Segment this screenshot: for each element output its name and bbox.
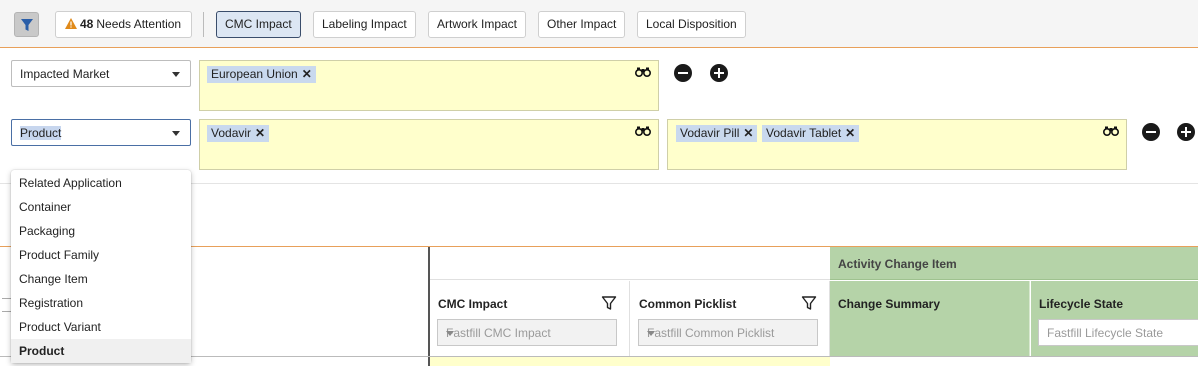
column-header-cmc-impact[interactable]: CMC Impact Fastfill CMC Impact [430,281,630,356]
value-tag-label: Vodavir Tablet [766,126,842,140]
dropdown-option[interactable]: Product Variant [11,315,191,339]
condition-value-box[interactable]: Vodavir ✕ [199,119,659,170]
caret-down-icon [446,331,454,336]
column-header-lifecycle-state[interactable]: Lifecycle State Fastfill Lifecycle State [1031,281,1198,356]
value-tag: Vodavir Tablet ✕ [762,125,860,142]
grid-group-header-blank [430,247,830,280]
fastfill-placeholder: Fastfill Common Picklist [647,326,775,340]
group-header-label: Activity Change Item [838,257,957,271]
tab-other-impact[interactable]: Other Impact [538,11,626,38]
grid-editable-row [430,357,830,366]
dropdown-option[interactable]: Packaging [11,219,191,243]
column-header-common-picklist[interactable]: Common Picklist Fastfill Common Picklist [631,281,830,356]
fastfill-select[interactable]: Fastfill Common Picklist [638,319,818,346]
dropdown-option[interactable]: Change Item [11,267,191,291]
remove-tag-icon[interactable]: ✕ [845,126,855,140]
remove-condition-button[interactable] [1142,123,1160,141]
warning-icon [65,18,77,29]
minus-icon [678,72,688,74]
column-header-change-summary[interactable]: Change Summary [830,281,1030,356]
add-condition-button[interactable] [1177,123,1195,141]
condition-field-select-focused[interactable]: Product [11,119,191,146]
value-tag: Vodavir Pill ✕ [676,125,758,142]
tab-local-disposition[interactable]: Local Disposition [637,11,746,38]
caret-down-icon [647,331,655,336]
dropdown-option-selected[interactable]: Product [11,339,191,363]
dropdown-option[interactable]: Product Family [11,243,191,267]
needs-attention-label: Needs Attention [96,17,182,31]
value-tag: Vodavir ✕ [207,125,270,142]
tab-cmc-impact[interactable]: CMC Impact [216,11,301,38]
dropdown-option[interactable]: Container [11,195,191,219]
binoculars-icon[interactable] [635,126,651,136]
caret-down-icon [172,72,180,77]
column-title: Common Picklist [639,297,737,311]
fastfill-select[interactable]: Fastfill Lifecycle State [1038,319,1198,346]
value-tag-label: European Union [211,67,298,81]
fastfill-placeholder: Fastfill Lifecycle State [1047,326,1164,340]
minus-icon [1146,131,1156,133]
add-condition-button[interactable] [710,64,728,82]
tab-labeling-impact[interactable]: Labeling Impact [313,11,416,38]
column-title: Change Summary [838,297,941,311]
caret-down-icon [172,131,180,136]
condition-field-value: Impacted Market [20,67,110,81]
grid-group-header: Activity Change Item [830,247,1198,280]
value-tag-label: Vodavir [211,126,252,140]
remove-tag-icon[interactable]: ✕ [302,67,312,81]
dropdown-option[interactable]: Related Application [11,171,191,195]
condition-field-select[interactable]: Impacted Market [11,60,191,87]
toolbar-divider [203,12,204,37]
fastfill-placeholder: Fastfill CMC Impact [446,326,551,340]
fastfill-select[interactable]: Fastfill CMC Impact [437,319,617,346]
funnel-icon [21,19,33,31]
column-title: Lifecycle State [1039,297,1124,311]
value-tag: European Union ✕ [207,66,316,83]
column-filter-icon[interactable] [801,295,817,311]
dropdown-option[interactable]: Registration [11,291,191,315]
value-tag-label: Vodavir Pill [680,126,740,140]
remove-tag-icon[interactable]: ✕ [743,126,753,140]
top-toolbar: 48 Needs Attention CMC Impact Labeling Im… [0,0,1198,48]
condition-value-box[interactable]: European Union ✕ [199,60,659,111]
needs-attention-count: 48 [80,17,94,31]
remove-condition-button[interactable] [674,64,692,82]
remove-tag-icon[interactable]: ✕ [255,126,265,140]
column-filter-icon[interactable] [601,295,617,311]
binoculars-icon[interactable] [1103,126,1119,136]
needs-attention-button[interactable]: 48 Needs Attention [55,11,192,38]
filter-toggle-button[interactable] [14,12,39,37]
tab-artwork-impact[interactable]: Artwork Impact [428,11,527,38]
sub-value-box[interactable]: Vodavir Pill ✕ Vodavir Tablet ✕ [667,119,1127,170]
binoculars-icon[interactable] [635,67,651,77]
field-dropdown-menu: Related Application Container Packaging … [11,170,191,363]
column-title: CMC Impact [438,297,508,311]
condition-field-value: Product [20,126,62,140]
